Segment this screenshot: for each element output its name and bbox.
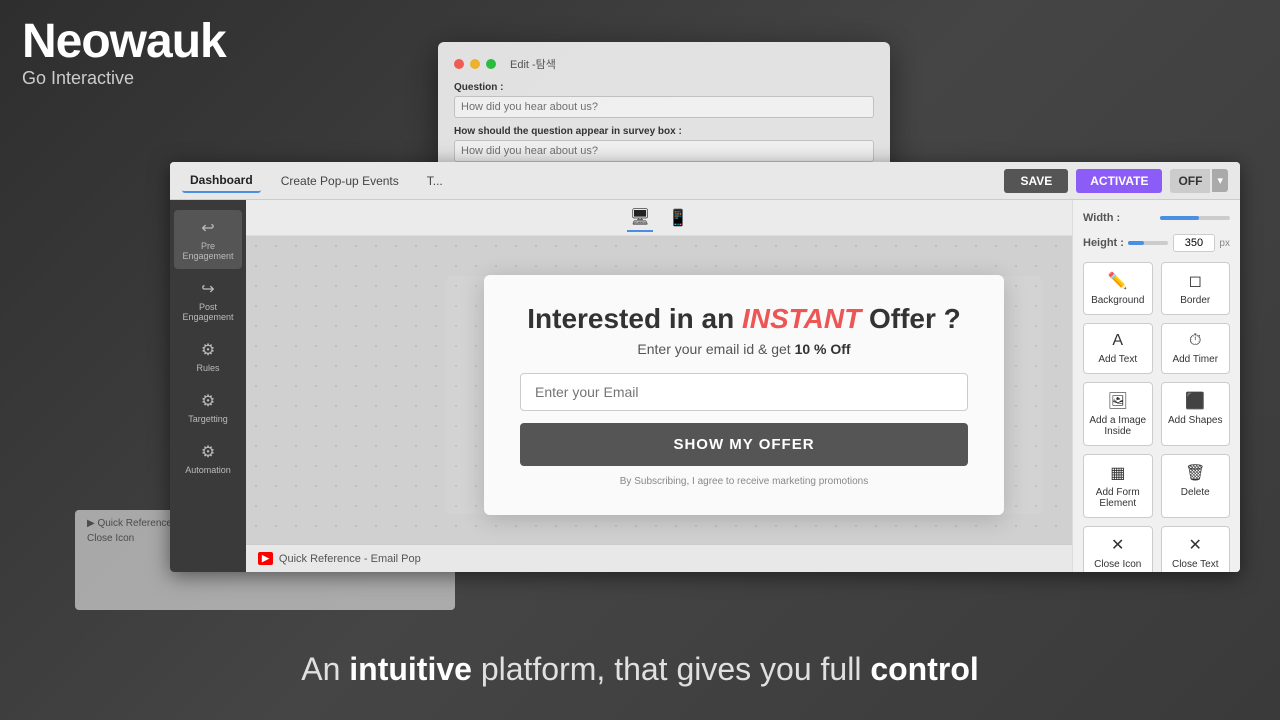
activate-button[interactable]: ACTIVATE: [1076, 169, 1162, 193]
add-text-btn[interactable]: A Add Text: [1083, 323, 1153, 374]
width-row: Width :: [1083, 212, 1230, 224]
width-slider[interactable]: [1160, 216, 1230, 220]
editor-center: 🖥 📱 Interested in an INSTANT Offer ? Ent…: [246, 200, 1072, 572]
automation-icon: ⚙: [201, 442, 215, 462]
sidebar-item-targetting-label: Targetting: [188, 414, 228, 424]
add-form-icon: ▦: [1110, 463, 1125, 483]
brand-title: Neowauk: [22, 18, 226, 66]
question-input[interactable]: [454, 96, 874, 118]
post-engagement-icon: ↪: [201, 279, 214, 299]
popup-heading: Interested in an INSTANT Offer ?: [520, 303, 968, 335]
border-btn[interactable]: ◻ Border: [1161, 262, 1231, 315]
quick-ref-label: Quick Reference - Email Pop: [279, 553, 421, 565]
toggle-group: OFF ▾: [1170, 169, 1228, 193]
delete-btn[interactable]: 🗑 Delete: [1161, 454, 1231, 518]
close-icon-symbol: ✕: [1111, 535, 1124, 555]
sidebar-item-pre-label: Pre Engagement: [182, 241, 233, 261]
background-icon: ✏️: [1108, 271, 1128, 291]
display-label: How should the question appear in survey…: [454, 126, 874, 137]
add-text-icon: A: [1112, 332, 1123, 350]
caption-highlight2: control: [870, 651, 978, 687]
canvas-area: Interested in an INSTANT Offer ? Enter y…: [246, 236, 1072, 544]
sidebar-item-post-engagement[interactable]: ↪ Post Engagement: [174, 271, 242, 330]
height-slider[interactable]: [1128, 241, 1168, 245]
height-row: Height : px: [1083, 234, 1230, 252]
width-label: Width :: [1083, 212, 1120, 224]
close-icon-btn[interactable]: ✕ Close Icon: [1083, 526, 1153, 572]
add-image-btn[interactable]: 🖼 Add a Image Inside: [1083, 382, 1153, 446]
brand: Neowauk Go Interactive: [22, 18, 226, 89]
close-text-btn[interactable]: ✕ Close Text: [1161, 526, 1231, 572]
add-timer-icon: ⏱: [1189, 332, 1201, 350]
popup-cta-button[interactable]: SHOW MY OFFER: [520, 423, 968, 466]
popup-disclaimer: By Subscribing, I agree to receive marke…: [520, 476, 968, 487]
caption-middle: platform, that gives you full: [472, 651, 870, 687]
editor-body: ↩ Pre Engagement ↪ Post Engagement ⚙ Rul…: [170, 200, 1240, 572]
popup-inner: Interested in an INSTANT Offer ? Enter y…: [484, 275, 1004, 515]
toggle-arrow[interactable]: ▾: [1212, 169, 1228, 192]
tab-create-events[interactable]: Create Pop-up Events: [273, 170, 407, 192]
save-top-button[interactable]: SAVE: [1004, 169, 1068, 193]
delete-icon: 🗑: [1185, 463, 1205, 483]
targetting-icon: ⚙: [201, 391, 215, 411]
pre-engagement-icon: ↩: [201, 218, 214, 238]
desktop-device-btn[interactable]: 🖥: [627, 204, 653, 232]
editor-window: Dashboard Create Pop-up Events T... SAVE…: [170, 162, 1240, 572]
property-buttons-grid: ✏️ Background ◻ Border A Add Text ⏱ Add …: [1083, 262, 1230, 572]
modal-titlebar: Edit -탐색: [454, 56, 874, 72]
border-icon: ◻: [1189, 271, 1202, 291]
sidebar-item-targetting[interactable]: ⚙ Targetting: [174, 383, 242, 432]
sidebar-item-automation[interactable]: ⚙ Automation: [174, 434, 242, 483]
tablet-device-btn[interactable]: 📱: [665, 205, 691, 231]
quick-reference-bar: ▶ Quick Reference - Email Pop: [246, 544, 1072, 572]
sidebar-item-post-label: Post Engagement: [182, 302, 233, 322]
email-popup-preview: Interested in an INSTANT Offer ? Enter y…: [446, 276, 1042, 514]
caption-prefix: An: [301, 651, 349, 687]
sidebar-item-rules-label: Rules: [196, 363, 219, 373]
popup-heading-prefix: Interested in an: [527, 303, 742, 334]
width-slider-fill: [1160, 216, 1199, 220]
tab-dashboard[interactable]: Dashboard: [182, 169, 261, 193]
popup-heading-suffix: Offer ?: [861, 303, 961, 334]
add-image-icon: 🖼: [1108, 391, 1128, 411]
height-label: Height :: [1083, 237, 1124, 249]
device-toolbar: 🖥 📱: [246, 200, 1072, 236]
properties-panel: Width : Height : px ✏️ Background: [1072, 200, 1240, 572]
height-unit: px: [1219, 238, 1230, 249]
off-label: OFF: [1170, 169, 1210, 193]
popup-heading-highlight: INSTANT: [742, 303, 861, 334]
sidebar-item-pre-engagement[interactable]: ↩ Pre Engagement: [174, 210, 242, 269]
popup-subtext-highlight: 10 % Off: [795, 341, 851, 357]
close-dot[interactable]: [454, 59, 464, 69]
sidebar-item-automation-label: Automation: [185, 465, 231, 475]
display-input[interactable]: [454, 140, 874, 162]
caption-highlight1: intuitive: [349, 651, 472, 687]
tab-extra[interactable]: T...: [419, 170, 451, 192]
topbar-right: SAVE ACTIVATE OFF ▾: [1004, 169, 1228, 193]
background-btn[interactable]: ✏️ Background: [1083, 262, 1153, 315]
popup-subtext: Enter your email id & get 10 % Off: [520, 341, 968, 357]
editor-topbar: Dashboard Create Pop-up Events T... SAVE…: [170, 162, 1240, 200]
modal-title: Edit -탐색: [510, 56, 556, 72]
add-timer-btn[interactable]: ⏱ Add Timer: [1161, 323, 1231, 374]
youtube-icon: ▶: [258, 552, 273, 565]
popup-email-input[interactable]: [520, 373, 968, 411]
maximize-dot[interactable]: [486, 59, 496, 69]
minimize-dot[interactable]: [470, 59, 480, 69]
rules-icon: ⚙: [201, 340, 215, 360]
close-text-symbol: ✕: [1189, 535, 1202, 555]
height-slider-fill: [1128, 241, 1144, 245]
sidebar-item-rules[interactable]: ⚙ Rules: [174, 332, 242, 381]
bottom-caption: An intuitive platform, that gives you fu…: [0, 651, 1280, 688]
question-label: Question :: [454, 82, 874, 93]
brand-subtitle: Go Interactive: [22, 68, 226, 89]
add-shapes-btn[interactable]: ⬛ Add Shapes: [1161, 382, 1231, 446]
editor-sidebar: ↩ Pre Engagement ↪ Post Engagement ⚙ Rul…: [170, 200, 246, 572]
add-form-btn[interactable]: ▦ Add Form Element: [1083, 454, 1153, 518]
height-input[interactable]: [1173, 234, 1215, 252]
add-shapes-icon: ⬛: [1185, 391, 1205, 411]
